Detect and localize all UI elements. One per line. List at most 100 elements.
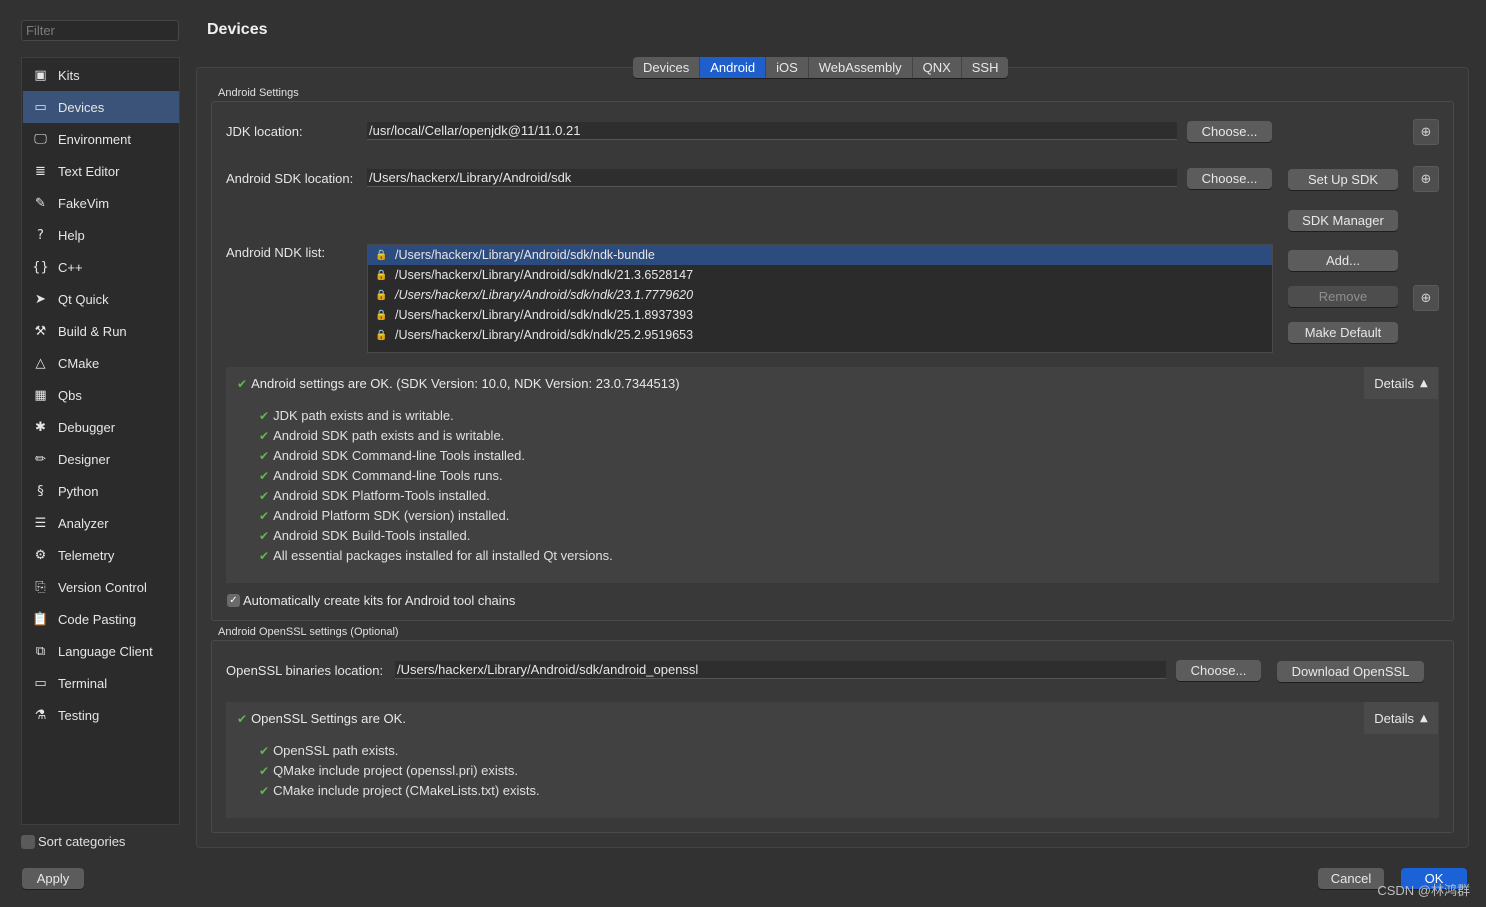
openssl-status-summary: ✔ OpenSSL Settings are OK. bbox=[237, 711, 406, 726]
checkmark-icon: ✔ bbox=[259, 743, 270, 758]
set-up-sdk-button[interactable]: Set Up SDK bbox=[1288, 169, 1398, 190]
check-item: ✔ QMake include project (openssl.pri) exi… bbox=[259, 763, 518, 778]
android-details-button[interactable]: Details ▲ bbox=[1364, 367, 1438, 399]
version-control-icon: ⎘ bbox=[35, 579, 46, 595]
check-item: ✔ Android SDK path exists and is writable… bbox=[259, 428, 505, 443]
sidebar-item-testing[interactable]: ⚗ Testing bbox=[23, 699, 179, 731]
check-item: ✔ Android SDK Platform-Tools installed. bbox=[259, 488, 490, 503]
terminal-icon: ▭ bbox=[34, 675, 47, 691]
sidebar-item-label: Version Control bbox=[58, 579, 147, 595]
tab-android[interactable]: Android bbox=[700, 57, 767, 78]
sidebar-item-label: Language Client bbox=[58, 643, 153, 659]
ndk-list-item[interactable]: 🔒/Users/hackerx/Library/Android/sdk/ndk/… bbox=[368, 325, 1272, 345]
openssl-status-panel bbox=[226, 702, 1439, 818]
sdk-choose-button[interactable]: Choose... bbox=[1187, 168, 1272, 189]
watermark: CSDN @林鸿群 bbox=[1377, 883, 1470, 898]
chevron-up-icon: ▲ bbox=[1420, 377, 1428, 389]
openssl-settings-title: Android OpenSSL settings (Optional) bbox=[218, 626, 399, 638]
sdk-manager-button[interactable]: SDK Manager bbox=[1288, 210, 1398, 231]
sidebar-item-debugger[interactable]: ✱ Debugger bbox=[23, 411, 179, 443]
sdk-location-field[interactable]: /Users/hackerx/Library/Android/sdk bbox=[367, 169, 1177, 187]
sidebar-item-label: Devices bbox=[58, 99, 105, 115]
sidebar-item-label: Environment bbox=[58, 131, 131, 147]
openssl-location-label: OpenSSL binaries location: bbox=[226, 663, 384, 678]
cmake-icon: △ bbox=[35, 355, 46, 371]
globe-icon[interactable]: ⊕ bbox=[1413, 166, 1439, 192]
analyzer-icon: ☰ bbox=[34, 515, 47, 531]
lock-icon: 🔒 bbox=[375, 269, 388, 281]
sidebar-item-label: FakeVim bbox=[58, 195, 110, 211]
sidebar-item-label: C++ bbox=[58, 259, 83, 275]
globe-icon[interactable]: ⊕ bbox=[1413, 119, 1439, 145]
fakevim-icon: ✎ bbox=[35, 195, 46, 211]
sidebar-item-telemetry[interactable]: ⚙ Telemetry bbox=[23, 539, 179, 571]
sidebar-item-fakevim[interactable]: ✎ FakeVim bbox=[23, 187, 179, 219]
sidebar-item-qbs[interactable]: ▦ Qbs bbox=[23, 379, 179, 411]
sidebar-item-cmake[interactable]: △ CMake bbox=[23, 347, 179, 379]
tab-ios[interactable]: iOS bbox=[766, 57, 809, 78]
tab-ssh[interactable]: SSH bbox=[962, 57, 1009, 78]
apply-button[interactable]: Apply bbox=[22, 868, 84, 889]
clipboard-icon: 📋 bbox=[32, 611, 49, 627]
tab-devices[interactable]: Devices bbox=[633, 57, 701, 78]
qbs-icon: ▦ bbox=[34, 387, 47, 403]
jdk-location-label: JDK location: bbox=[226, 124, 303, 139]
filter-input[interactable]: Filter bbox=[21, 20, 179, 41]
sidebar-item-text-editor[interactable]: ≣ Text Editor bbox=[23, 155, 179, 187]
ndk-list-label: Android NDK list: bbox=[226, 245, 325, 260]
ndk-list-item[interactable]: 🔒/Users/hackerx/Library/Android/sdk/ndk/… bbox=[368, 305, 1272, 325]
checkmark-icon: ✔ bbox=[259, 508, 270, 523]
sidebar-item-devices[interactable]: ▭ Devices bbox=[23, 91, 179, 123]
sort-categories-label: Sort categories bbox=[38, 834, 126, 849]
ndk-list-item[interactable]: 🔒/Users/hackerx/Library/Android/sdk/ndk-… bbox=[368, 245, 1272, 265]
sidebar-item-label: Designer bbox=[58, 451, 111, 467]
openssl-details-button[interactable]: Details ▲ bbox=[1364, 702, 1438, 734]
tab-webassembly[interactable]: WebAssembly bbox=[809, 57, 913, 78]
globe-icon[interactable]: ⊕ bbox=[1413, 285, 1439, 311]
sidebar-item-label: Help bbox=[58, 227, 85, 243]
lock-icon: 🔒 bbox=[375, 329, 388, 341]
sidebar-item-environment[interactable]: 🖵 Environment bbox=[23, 123, 179, 155]
auto-create-kits-checkbox[interactable]: ✓ bbox=[227, 594, 240, 607]
sidebar-item-code-pasting[interactable]: 📋 Code Pasting bbox=[23, 603, 179, 635]
openssl-location-field[interactable]: /Users/hackerx/Library/Android/sdk/andro… bbox=[395, 661, 1166, 679]
sidebar-item-designer[interactable]: ✏ Designer bbox=[23, 443, 179, 475]
devices-icon: ▭ bbox=[34, 99, 47, 115]
ndk-list-item[interactable]: 🔒/Users/hackerx/Library/Android/sdk/ndk/… bbox=[368, 285, 1272, 305]
jdk-choose-button[interactable]: Choose... bbox=[1187, 121, 1272, 142]
sidebar-item-cpp[interactable]: {} C++ bbox=[23, 251, 179, 283]
jdk-location-field[interactable]: /usr/local/Cellar/openjdk@11/11.0.21 bbox=[367, 122, 1177, 140]
make-default-button[interactable]: Make Default bbox=[1288, 322, 1398, 343]
sidebar-item-language-client[interactable]: ⧉ Language Client bbox=[23, 635, 179, 667]
monitor-icon: 🖵 bbox=[34, 131, 47, 147]
sort-categories-checkbox[interactable] bbox=[21, 835, 35, 849]
lock-icon: 🔒 bbox=[375, 309, 388, 321]
sidebar-item-label: Build & Run bbox=[58, 323, 127, 339]
tab-qnx[interactable]: QNX bbox=[913, 57, 962, 78]
remove-ndk-button[interactable]: Remove bbox=[1288, 286, 1398, 307]
checkmark-icon: ✔ bbox=[237, 376, 248, 391]
download-openssl-button[interactable]: Download OpenSSL bbox=[1277, 661, 1424, 682]
sidebar-item-help[interactable]: ? Help bbox=[23, 219, 179, 251]
lock-icon: 🔒 bbox=[375, 289, 388, 301]
cancel-button[interactable]: Cancel bbox=[1318, 868, 1384, 889]
sidebar-item-terminal[interactable]: ▭ Terminal bbox=[23, 667, 179, 699]
openssl-choose-button[interactable]: Choose... bbox=[1176, 660, 1261, 681]
add-ndk-button[interactable]: Add... bbox=[1288, 250, 1398, 271]
sidebar-item-kits[interactable]: ▣ Kits bbox=[23, 59, 179, 91]
checkmark-icon: ✔ bbox=[259, 763, 270, 778]
python-icon: § bbox=[37, 483, 44, 499]
check-item: ✔ Android SDK Command-line Tools runs. bbox=[259, 468, 503, 483]
sidebar-item-python[interactable]: § Python bbox=[23, 475, 179, 507]
sidebar-item-analyzer[interactable]: ☰ Analyzer bbox=[23, 507, 179, 539]
sidebar-item-build-run[interactable]: ⚒ Build & Run bbox=[23, 315, 179, 347]
ndk-list-item[interactable]: 🔒/Users/hackerx/Library/Android/sdk/ndk/… bbox=[368, 265, 1272, 285]
ndk-list[interactable]: 🔒/Users/hackerx/Library/Android/sdk/ndk-… bbox=[367, 244, 1273, 353]
checkmark-icon: ✔ bbox=[259, 528, 270, 543]
sidebar-item-version-control[interactable]: ⎘ Version Control bbox=[23, 571, 179, 603]
android-status-summary: ✔ Android settings are OK. (SDK Version: … bbox=[237, 376, 680, 391]
sidebar-item-qt-quick[interactable]: ➤ Qt Quick bbox=[23, 283, 179, 315]
kits-icon: ▣ bbox=[34, 67, 47, 83]
checkmark-icon: ✔ bbox=[259, 488, 270, 503]
help-icon: ? bbox=[37, 227, 44, 243]
